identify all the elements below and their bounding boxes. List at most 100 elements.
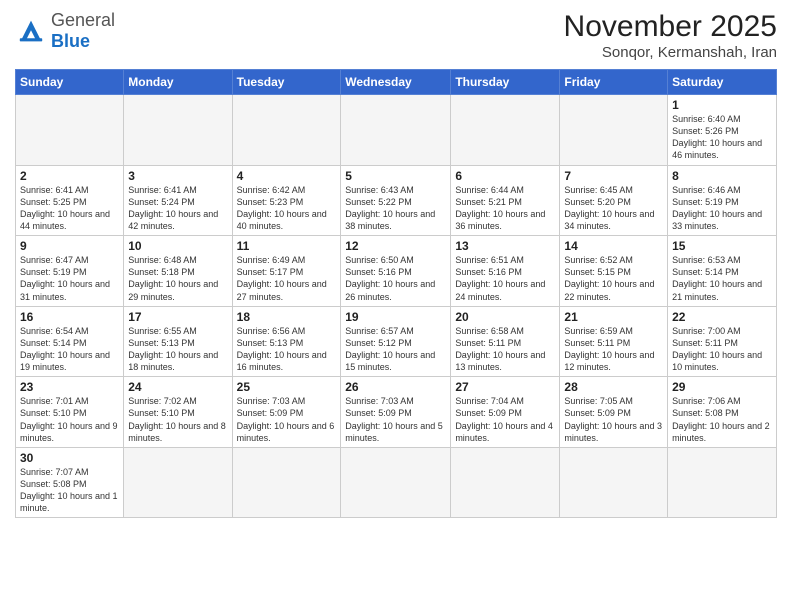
day-number: 13 bbox=[455, 239, 555, 253]
day-number: 26 bbox=[345, 380, 446, 394]
calendar-table: SundayMondayTuesdayWednesdayThursdayFrid… bbox=[15, 69, 777, 518]
calendar-subtitle: Sonqor, Kermanshah, Iran bbox=[564, 44, 777, 61]
day-info: Sunrise: 7:01 AMSunset: 5:10 PMDaylight:… bbox=[20, 395, 119, 444]
day-info: Sunrise: 6:51 AMSunset: 5:16 PMDaylight:… bbox=[455, 254, 555, 303]
day-number: 14 bbox=[564, 239, 663, 253]
day-info: Sunrise: 7:00 AMSunset: 5:11 PMDaylight:… bbox=[672, 325, 772, 374]
calendar-cell: 29Sunrise: 7:06 AMSunset: 5:08 PMDayligh… bbox=[668, 377, 777, 448]
day-info: Sunrise: 6:58 AMSunset: 5:11 PMDaylight:… bbox=[455, 325, 555, 374]
day-number: 9 bbox=[20, 239, 119, 253]
day-info: Sunrise: 6:53 AMSunset: 5:14 PMDaylight:… bbox=[672, 254, 772, 303]
day-info: Sunrise: 7:06 AMSunset: 5:08 PMDaylight:… bbox=[672, 395, 772, 444]
calendar-cell: 1Sunrise: 6:40 AMSunset: 5:26 PMDaylight… bbox=[668, 95, 777, 166]
calendar-cell bbox=[341, 95, 451, 166]
day-number: 23 bbox=[20, 380, 119, 394]
day-info: Sunrise: 6:41 AMSunset: 5:24 PMDaylight:… bbox=[128, 184, 227, 233]
day-info: Sunrise: 7:02 AMSunset: 5:10 PMDaylight:… bbox=[128, 395, 227, 444]
calendar-week-4: 23Sunrise: 7:01 AMSunset: 5:10 PMDayligh… bbox=[16, 377, 777, 448]
calendar-cell: 9Sunrise: 6:47 AMSunset: 5:19 PMDaylight… bbox=[16, 236, 124, 307]
logo: General Blue bbox=[15, 10, 115, 52]
calendar-cell bbox=[451, 447, 560, 518]
calendar-week-1: 2Sunrise: 6:41 AMSunset: 5:25 PMDaylight… bbox=[16, 165, 777, 236]
day-info: Sunrise: 7:03 AMSunset: 5:09 PMDaylight:… bbox=[237, 395, 337, 444]
calendar-cell: 16Sunrise: 6:54 AMSunset: 5:14 PMDayligh… bbox=[16, 306, 124, 377]
calendar-cell: 27Sunrise: 7:04 AMSunset: 5:09 PMDayligh… bbox=[451, 377, 560, 448]
day-info: Sunrise: 7:05 AMSunset: 5:09 PMDaylight:… bbox=[564, 395, 663, 444]
weekday-header-row: SundayMondayTuesdayWednesdayThursdayFrid… bbox=[16, 70, 777, 95]
calendar-cell: 21Sunrise: 6:59 AMSunset: 5:11 PMDayligh… bbox=[560, 306, 668, 377]
calendar-week-3: 16Sunrise: 6:54 AMSunset: 5:14 PMDayligh… bbox=[16, 306, 777, 377]
day-info: Sunrise: 6:45 AMSunset: 5:20 PMDaylight:… bbox=[564, 184, 663, 233]
calendar-cell bbox=[668, 447, 777, 518]
day-number: 17 bbox=[128, 310, 227, 324]
day-number: 28 bbox=[564, 380, 663, 394]
day-number: 18 bbox=[237, 310, 337, 324]
day-info: Sunrise: 6:52 AMSunset: 5:15 PMDaylight:… bbox=[564, 254, 663, 303]
calendar-week-2: 9Sunrise: 6:47 AMSunset: 5:19 PMDaylight… bbox=[16, 236, 777, 307]
day-info: Sunrise: 6:54 AMSunset: 5:14 PMDaylight:… bbox=[20, 325, 119, 374]
calendar-cell bbox=[124, 447, 232, 518]
calendar-cell bbox=[16, 95, 124, 166]
day-info: Sunrise: 6:46 AMSunset: 5:19 PMDaylight:… bbox=[672, 184, 772, 233]
logo-icon bbox=[15, 17, 47, 45]
day-number: 5 bbox=[345, 169, 446, 183]
page: General Blue November 2025 Sonqor, Kerma… bbox=[0, 0, 792, 528]
day-number: 4 bbox=[237, 169, 337, 183]
day-info: Sunrise: 6:56 AMSunset: 5:13 PMDaylight:… bbox=[237, 325, 337, 374]
calendar-cell: 4Sunrise: 6:42 AMSunset: 5:23 PMDaylight… bbox=[232, 165, 341, 236]
calendar-cell bbox=[451, 95, 560, 166]
day-info: Sunrise: 6:48 AMSunset: 5:18 PMDaylight:… bbox=[128, 254, 227, 303]
weekday-header-tuesday: Tuesday bbox=[232, 70, 341, 95]
day-info: Sunrise: 6:50 AMSunset: 5:16 PMDaylight:… bbox=[345, 254, 446, 303]
calendar-title: November 2025 bbox=[564, 10, 777, 44]
day-number: 24 bbox=[128, 380, 227, 394]
calendar-cell bbox=[341, 447, 451, 518]
calendar-cell: 26Sunrise: 7:03 AMSunset: 5:09 PMDayligh… bbox=[341, 377, 451, 448]
day-number: 30 bbox=[20, 451, 119, 465]
calendar-cell: 28Sunrise: 7:05 AMSunset: 5:09 PMDayligh… bbox=[560, 377, 668, 448]
calendar-cell bbox=[560, 447, 668, 518]
day-number: 19 bbox=[345, 310, 446, 324]
calendar-cell: 14Sunrise: 6:52 AMSunset: 5:15 PMDayligh… bbox=[560, 236, 668, 307]
day-number: 6 bbox=[455, 169, 555, 183]
day-number: 10 bbox=[128, 239, 227, 253]
day-info: Sunrise: 7:03 AMSunset: 5:09 PMDaylight:… bbox=[345, 395, 446, 444]
calendar-cell: 10Sunrise: 6:48 AMSunset: 5:18 PMDayligh… bbox=[124, 236, 232, 307]
weekday-header-thursday: Thursday bbox=[451, 70, 560, 95]
day-number: 2 bbox=[20, 169, 119, 183]
calendar-cell: 30Sunrise: 7:07 AMSunset: 5:08 PMDayligh… bbox=[16, 447, 124, 518]
calendar-cell bbox=[560, 95, 668, 166]
day-number: 20 bbox=[455, 310, 555, 324]
calendar-cell: 25Sunrise: 7:03 AMSunset: 5:09 PMDayligh… bbox=[232, 377, 341, 448]
day-number: 15 bbox=[672, 239, 772, 253]
day-number: 16 bbox=[20, 310, 119, 324]
calendar-cell: 24Sunrise: 7:02 AMSunset: 5:10 PMDayligh… bbox=[124, 377, 232, 448]
day-info: Sunrise: 6:44 AMSunset: 5:21 PMDaylight:… bbox=[455, 184, 555, 233]
day-number: 1 bbox=[672, 98, 772, 112]
weekday-header-friday: Friday bbox=[560, 70, 668, 95]
day-info: Sunrise: 6:49 AMSunset: 5:17 PMDaylight:… bbox=[237, 254, 337, 303]
calendar-cell: 17Sunrise: 6:55 AMSunset: 5:13 PMDayligh… bbox=[124, 306, 232, 377]
calendar-cell: 8Sunrise: 6:46 AMSunset: 5:19 PMDaylight… bbox=[668, 165, 777, 236]
calendar-cell: 6Sunrise: 6:44 AMSunset: 5:21 PMDaylight… bbox=[451, 165, 560, 236]
day-info: Sunrise: 6:40 AMSunset: 5:26 PMDaylight:… bbox=[672, 113, 772, 162]
day-number: 22 bbox=[672, 310, 772, 324]
calendar-cell bbox=[124, 95, 232, 166]
day-number: 12 bbox=[345, 239, 446, 253]
calendar-cell: 11Sunrise: 6:49 AMSunset: 5:17 PMDayligh… bbox=[232, 236, 341, 307]
title-block: November 2025 Sonqor, Kermanshah, Iran bbox=[564, 10, 777, 61]
day-number: 11 bbox=[237, 239, 337, 253]
calendar-week-0: 1Sunrise: 6:40 AMSunset: 5:26 PMDaylight… bbox=[16, 95, 777, 166]
day-info: Sunrise: 6:59 AMSunset: 5:11 PMDaylight:… bbox=[564, 325, 663, 374]
header: General Blue November 2025 Sonqor, Kerma… bbox=[15, 10, 777, 61]
calendar-cell: 18Sunrise: 6:56 AMSunset: 5:13 PMDayligh… bbox=[232, 306, 341, 377]
calendar-cell: 7Sunrise: 6:45 AMSunset: 5:20 PMDaylight… bbox=[560, 165, 668, 236]
calendar-cell: 23Sunrise: 7:01 AMSunset: 5:10 PMDayligh… bbox=[16, 377, 124, 448]
day-number: 7 bbox=[564, 169, 663, 183]
calendar-cell: 3Sunrise: 6:41 AMSunset: 5:24 PMDaylight… bbox=[124, 165, 232, 236]
day-info: Sunrise: 6:57 AMSunset: 5:12 PMDaylight:… bbox=[345, 325, 446, 374]
day-info: Sunrise: 6:43 AMSunset: 5:22 PMDaylight:… bbox=[345, 184, 446, 233]
day-info: Sunrise: 6:42 AMSunset: 5:23 PMDaylight:… bbox=[237, 184, 337, 233]
logo-text: General Blue bbox=[51, 10, 115, 52]
calendar-cell: 20Sunrise: 6:58 AMSunset: 5:11 PMDayligh… bbox=[451, 306, 560, 377]
